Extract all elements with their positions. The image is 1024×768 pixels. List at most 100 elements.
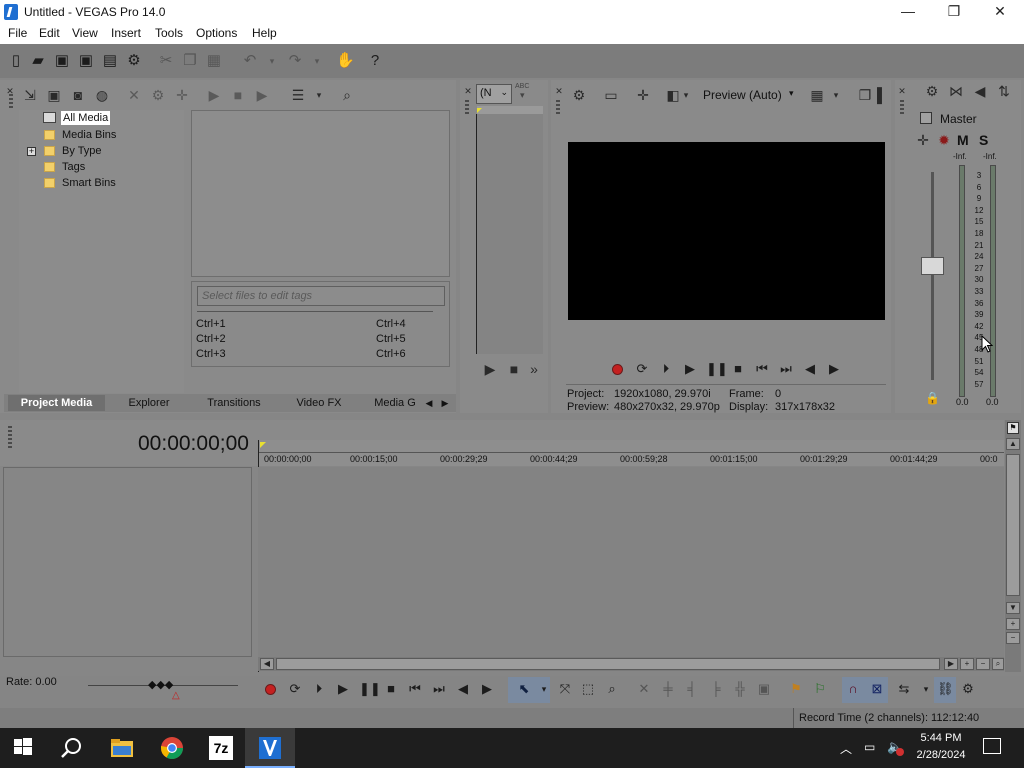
trimmer-abc-label[interactable]: ABC — [515, 83, 529, 90]
normal-edit-tool-icon[interactable]: ⬉ — [516, 681, 532, 697]
new-project-icon[interactable]: ▯ — [8, 53, 24, 69]
cut-icon[interactable]: ✂ — [158, 53, 174, 69]
tab-scroll-right-icon[interactable]: ▶ — [438, 396, 452, 410]
lock-envelopes-icon[interactable]: ⛓ — [937, 681, 954, 697]
menu-file[interactable]: File — [8, 26, 27, 40]
tab-scroll-left-icon[interactable]: ◀ — [422, 396, 436, 410]
stop-preview-icon[interactable]: ■ — [230, 87, 246, 103]
chevron-down-icon[interactable]: ▾ — [831, 87, 841, 103]
menu-tools[interactable]: Tools — [155, 26, 183, 40]
master-fader-handle[interactable] — [921, 256, 944, 275]
panel-gripper[interactable] — [9, 94, 13, 108]
auto-crossfade-icon[interactable]: ⊠ — [869, 681, 885, 697]
views-dropdown-icon[interactable]: ▾ — [314, 87, 324, 103]
loop-playback-icon[interactable]: ⟳ — [634, 361, 650, 377]
preview-properties-gear-icon[interactable]: ⚙ — [571, 87, 587, 103]
mixer-properties-gear-icon[interactable]: ⚙ — [924, 83, 940, 99]
tree-item-by-type[interactable]: By Type — [62, 144, 102, 158]
start-preview-icon[interactable]: ▶ — [206, 87, 222, 103]
stop-icon[interactable]: ■ — [506, 361, 522, 377]
split-screen-icon[interactable]: ◧ — [665, 87, 681, 103]
scroll-thumb[interactable] — [1006, 454, 1020, 596]
tab-transitions[interactable]: Transitions — [194, 395, 274, 411]
scroll-down-icon[interactable]: ▼ — [1006, 602, 1020, 614]
menu-help[interactable]: Help — [252, 26, 277, 40]
master-fx-chain-icon[interactable]: ✹ — [936, 132, 952, 148]
play-icon[interactable]: ▶ — [335, 681, 351, 697]
tab-project-media[interactable]: Project Media — [8, 395, 105, 411]
ignore-grouping-icon[interactable]: ⚙ — [960, 681, 976, 697]
save-snapshot-icon[interactable]: ▌ — [877, 87, 887, 103]
undo-dropdown-icon[interactable]: ▾ — [264, 53, 280, 69]
tree-item-all-media[interactable]: All Media — [61, 111, 111, 125]
pause-icon[interactable]: ❚❚ — [706, 361, 728, 377]
chevron-down-icon[interactable]: ▾ — [789, 88, 794, 99]
copy-snapshot-icon[interactable]: ❐ — [857, 87, 873, 103]
lock-icon[interactable]: ▣ — [756, 681, 772, 697]
tree-item-tags[interactable]: Tags — [62, 160, 85, 174]
timeline-ruler[interactable]: 00:00:00;00 00:00:15;00 00:00:29;29 00:0… — [258, 440, 1004, 466]
tree-item-smart-bins[interactable]: Smart Bins — [62, 176, 116, 190]
redo-dropdown-icon[interactable]: ▾ — [309, 53, 325, 69]
scroll-left-icon[interactable]: ◀ — [260, 658, 274, 670]
go-to-start-icon[interactable]: ⏮ — [754, 361, 770, 377]
loop-playback-icon[interactable]: ⟳ — [287, 681, 303, 697]
tab-video-fx[interactable]: Video FX — [286, 395, 352, 411]
properties-gear-icon[interactable]: ⚙ — [126, 53, 142, 69]
tag-input[interactable]: Select files to edit tags — [197, 286, 445, 306]
tree-item-media-bins[interactable]: Media Bins — [62, 128, 116, 142]
scroll-up-icon[interactable]: ▲ — [1006, 438, 1020, 450]
search-icon[interactable] — [60, 736, 84, 760]
capture-video-icon[interactable]: ▣ — [46, 87, 62, 103]
save-as-icon[interactable]: ▣ — [78, 53, 94, 69]
media-fx-icon[interactable]: ⚙ — [150, 87, 166, 103]
trimmer-dropdown[interactable]: (N ⌄ — [476, 84, 512, 104]
network-icon[interactable]: ▭ — [864, 740, 875, 754]
auto-preview-icon[interactable]: ▶ — [254, 87, 270, 103]
render-as-icon[interactable]: ▤ — [102, 53, 118, 69]
scroll-right-icon[interactable]: ▶ — [944, 658, 958, 670]
chevron-down-icon[interactable]: ▾ — [918, 681, 934, 697]
help-whats-this-icon[interactable]: ? — [367, 53, 383, 69]
insert-marker-icon[interactable]: ⚑ — [788, 681, 804, 697]
insert-region-icon[interactable]: ⚐ — [812, 681, 828, 697]
windows-start-icon[interactable] — [13, 736, 37, 760]
chrome-icon[interactable] — [160, 736, 184, 760]
master-window-icon[interactable] — [920, 112, 932, 124]
chevron-down-icon[interactable]: ▾ — [520, 90, 525, 101]
redo-icon[interactable]: ↷ — [287, 53, 303, 69]
pause-icon[interactable]: ❚❚ — [359, 681, 381, 697]
media-list[interactable] — [191, 110, 450, 277]
next-frame-icon[interactable]: ▶ — [479, 681, 495, 697]
save-icon[interactable]: ▣ — [54, 53, 70, 69]
overlays-grid-icon[interactable]: ▦ — [809, 87, 825, 103]
master-fx-icon[interactable]: ✛ — [915, 132, 931, 148]
panel-close-icon[interactable]: ✕ — [463, 83, 473, 99]
panel-close-icon[interactable]: ✕ — [897, 83, 907, 99]
ignore-event-grouping-icon[interactable]: ✋ — [336, 53, 355, 69]
open-icon[interactable]: ▰ — [30, 53, 46, 69]
horizontal-scrollbar[interactable]: ◀ ▶ + − ⌕ — [258, 657, 1004, 671]
dim-output-icon[interactable]: ◀ — [972, 83, 988, 99]
copy-icon[interactable]: ❐ — [182, 53, 198, 69]
fast-forward-icon[interactable]: » — [526, 361, 542, 377]
panel-close-icon[interactable]: ✕ — [554, 83, 564, 99]
record-icon[interactable] — [612, 364, 623, 375]
previous-frame-icon[interactable]: ◀ — [455, 681, 471, 697]
file-explorer-icon[interactable] — [110, 736, 134, 760]
tab-media-generators[interactable]: Media G — [368, 395, 422, 411]
get-media-web-icon[interactable]: ◍ — [94, 87, 110, 103]
mixer-options-icon[interactable]: ⇅ — [996, 83, 1012, 99]
panel-gripper[interactable] — [556, 100, 560, 116]
7zip-icon[interactable]: 7z — [209, 736, 233, 760]
close-button[interactable]: ✕ — [977, 0, 1023, 24]
split-icon[interactable]: ╬ — [732, 681, 748, 697]
menu-insert[interactable]: Insert — [111, 26, 141, 40]
clock-date[interactable]: 2/28/2024 — [912, 749, 970, 761]
record-icon[interactable] — [265, 684, 276, 695]
menu-options[interactable]: Options — [196, 26, 237, 40]
trim-end-icon[interactable]: ╞ — [708, 681, 724, 697]
stop-icon[interactable]: ■ — [383, 681, 399, 697]
play-icon[interactable]: ▶ — [682, 361, 698, 377]
stop-icon[interactable]: ■ — [730, 361, 746, 377]
